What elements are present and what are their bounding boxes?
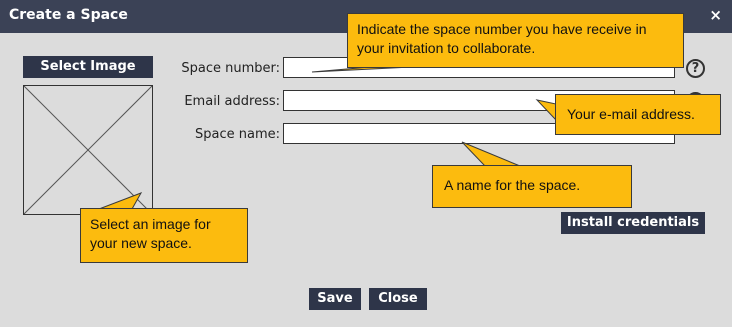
space-number-label: Space number:: [181, 61, 280, 76]
tooltip-space-number: Indicate the space number you have recei…: [347, 13, 684, 68]
email-address-label: Email address:: [184, 94, 280, 109]
install-credentials-button[interactable]: Install credentials: [561, 212, 705, 234]
save-button[interactable]: Save: [309, 288, 361, 310]
dialog-title: Create a Space: [9, 7, 128, 23]
empty-image-icon: [24, 86, 152, 214]
tooltip-image: Select an image for your new space.: [80, 208, 248, 263]
callout-pointer-space-name: [461, 141, 521, 167]
close-icon[interactable]: ×: [709, 6, 722, 24]
close-button[interactable]: Close: [369, 288, 427, 310]
space-name-label: Space name:: [195, 127, 280, 142]
tooltip-space-name: A name for the space.: [432, 165, 632, 208]
select-image-button[interactable]: Select Image: [23, 56, 153, 78]
image-placeholder[interactable]: [23, 85, 153, 215]
tooltip-email: Your e-mail address.: [555, 94, 721, 135]
create-space-dialog: Create a Space × Select Image Space numb…: [0, 0, 732, 327]
help-icon[interactable]: ?: [686, 59, 705, 78]
